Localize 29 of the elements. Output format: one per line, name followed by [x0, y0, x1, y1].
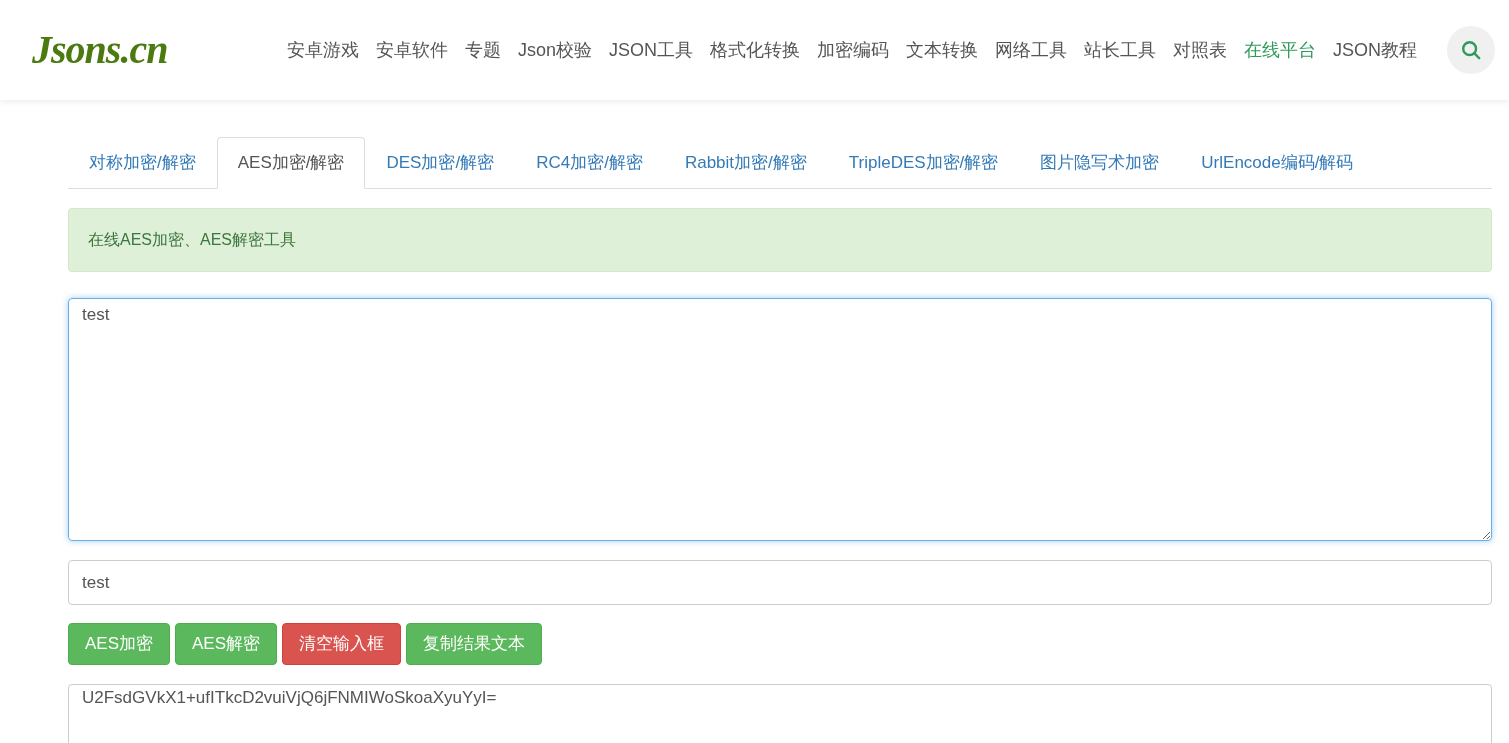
nav-link[interactable]: Json校验 [517, 36, 592, 64]
tab[interactable]: DES加密/解密 [365, 137, 516, 189]
action-button[interactable]: 清空输入框 [282, 623, 402, 665]
tab[interactable]: 图片隐写术加密 [1019, 137, 1181, 189]
search-button[interactable] [1447, 26, 1495, 74]
output-textarea[interactable]: U2FsdGVkX1+ufITkcD2vuiVjQ6jFNMIWoSkoaXyuYyI= [68, 684, 1492, 743]
nav-link[interactable]: 加密编码 [817, 36, 889, 64]
tab[interactable]: RC4加密/解密 [515, 137, 664, 189]
nav-link[interactable]: 文本转换 [906, 36, 978, 64]
nav-link[interactable]: JSON教程 [1333, 36, 1417, 64]
nav-link[interactable]: 站长工具 [1084, 36, 1156, 64]
tab[interactable]: UrlEncode编码/解码 [1180, 137, 1375, 189]
search-icon [1460, 39, 1482, 61]
nav-link[interactable]: 格式化转换 [710, 36, 800, 64]
tab[interactable]: AES加密/解密 [216, 137, 366, 189]
key-field[interactable]: test [68, 560, 1492, 605]
tab[interactable]: 对称加密/解密 [68, 137, 217, 189]
nav-link[interactable]: 安卓游戏 [286, 36, 359, 64]
nav-link[interactable]: 安卓软件 [375, 36, 448, 64]
nav-link[interactable]: 专题 [464, 36, 501, 64]
alert-text: 在线AES加密、AES解密工具 [88, 230, 297, 250]
tab[interactable]: Rabbit加密/解密 [663, 137, 828, 189]
nav-link[interactable]: 在线平台 [1244, 36, 1316, 64]
tab[interactable]: TripleDES加密/解密 [827, 137, 1020, 189]
site-logo[interactable]: Jsons.cn [32, 20, 168, 80]
nav-link[interactable]: 对照表 [1173, 36, 1227, 64]
nav-link[interactable]: 网络工具 [995, 36, 1067, 64]
input-textarea[interactable]: test [68, 298, 1492, 541]
nav-link[interactable]: JSON工具 [608, 36, 693, 64]
